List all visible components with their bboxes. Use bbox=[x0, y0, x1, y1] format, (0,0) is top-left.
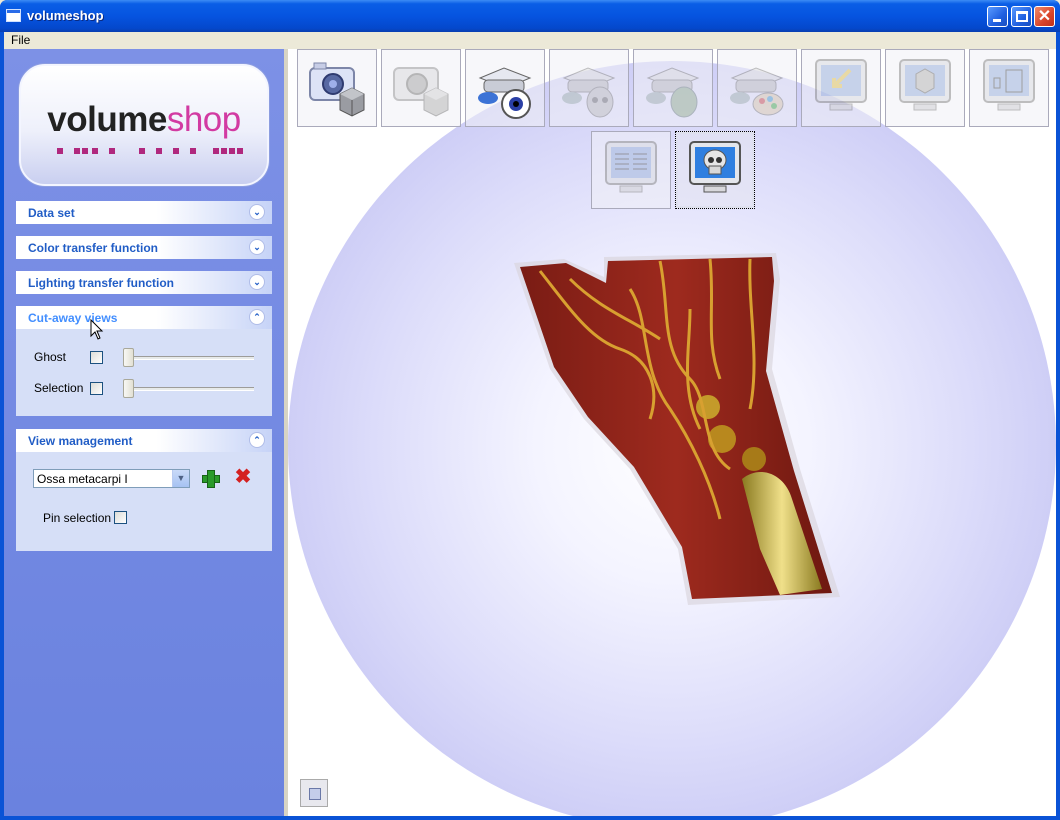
minimize-icon bbox=[993, 19, 1001, 22]
panel-header[interactable]: Color transfer function ⌄ bbox=[16, 236, 272, 259]
ghost-label: Ghost bbox=[34, 350, 67, 364]
ghost-checkbox[interactable] bbox=[90, 351, 103, 364]
panel-lighting-transfer-function[interactable]: Lighting transfer function ⌄ bbox=[16, 271, 272, 294]
menu-file[interactable]: File bbox=[11, 33, 30, 47]
snapshot-volume-disabled-icon bbox=[393, 67, 449, 117]
panel-view-management: View management ⌃ Ossa metacarpi I ▼ ✖ P… bbox=[16, 429, 272, 551]
panel-title: Color transfer function bbox=[28, 241, 159, 255]
panel-title: Data set bbox=[28, 206, 75, 220]
ghost-slider-track[interactable] bbox=[124, 356, 254, 360]
monitor-import-icon bbox=[815, 59, 867, 111]
window-title: volumeshop bbox=[27, 8, 104, 23]
add-view-button[interactable] bbox=[202, 470, 220, 488]
view-select[interactable]: Ossa metacarpi I ▼ bbox=[33, 469, 190, 488]
chevron-down-icon[interactable]: ⌄ bbox=[249, 239, 265, 255]
volume-rendering[interactable] bbox=[510, 249, 840, 609]
scanner-eye-icon bbox=[478, 67, 532, 119]
monitor-skull-button[interactable] bbox=[675, 131, 755, 209]
panel-header[interactable]: Lighting transfer function ⌄ bbox=[16, 271, 272, 294]
minimize-button[interactable] bbox=[987, 6, 1008, 27]
panel-color-transfer-function[interactable]: Color transfer function ⌄ bbox=[16, 236, 272, 259]
panel-cut-away-views: Cut-away views ⌃ Ghost Selection bbox=[16, 306, 272, 416]
scanner-skull-button[interactable] bbox=[549, 49, 629, 127]
scanner-palette-icon bbox=[730, 67, 784, 116]
monitor-cube-icon bbox=[899, 59, 951, 111]
ghost-slider-thumb[interactable] bbox=[123, 348, 134, 367]
monitor-skull-icon bbox=[689, 141, 741, 193]
snapshot-volume-button[interactable] bbox=[297, 49, 377, 127]
delete-view-button[interactable]: ✖ bbox=[233, 467, 253, 487]
close-icon: ✕ bbox=[1037, 8, 1052, 25]
monitor-layout-button[interactable] bbox=[969, 49, 1049, 127]
panel-title: View management bbox=[28, 434, 133, 448]
dropdown-arrow-icon[interactable]: ▼ bbox=[172, 470, 189, 487]
scanner-tissue-button[interactable] bbox=[633, 49, 713, 127]
scanner-eye-button[interactable] bbox=[465, 49, 545, 127]
maximize-button[interactable] bbox=[1011, 6, 1032, 27]
monitor-layout-icon bbox=[983, 59, 1035, 111]
chevron-down-icon[interactable]: ⌄ bbox=[249, 274, 265, 290]
monitor-cube-button[interactable] bbox=[885, 49, 965, 127]
panel-header[interactable]: Data set ⌄ bbox=[16, 201, 272, 224]
snapshot-volume-disabled-button[interactable] bbox=[381, 49, 461, 127]
logo-dots bbox=[57, 148, 257, 154]
title-bar[interactable]: volumeshop ✕ bbox=[0, 0, 1060, 32]
pin-selection-label: Pin selection bbox=[43, 511, 112, 525]
selection-label: Selection bbox=[34, 381, 84, 395]
render-viewport[interactable] bbox=[288, 49, 1056, 816]
close-button[interactable]: ✕ bbox=[1034, 6, 1055, 27]
panel-header[interactable]: View management ⌃ bbox=[16, 429, 272, 452]
monitor-import-button[interactable] bbox=[801, 49, 881, 127]
panel-data-set[interactable]: Data set ⌄ bbox=[16, 201, 272, 224]
snapshot-volume-icon bbox=[309, 62, 365, 117]
menu-bar: File bbox=[4, 32, 1056, 49]
panel-header[interactable]: Cut-away views ⌃ bbox=[16, 306, 272, 329]
app-window: volumeshop ✕ File volumeshop Data set ⌄ bbox=[0, 0, 1060, 820]
monitor-grid-icon bbox=[605, 141, 657, 193]
scanner-palette-button[interactable] bbox=[717, 49, 797, 127]
chevron-up-icon[interactable]: ⌃ bbox=[249, 309, 265, 325]
monitor-grid-button[interactable] bbox=[591, 131, 671, 209]
app-window-icon[interactable] bbox=[6, 9, 21, 22]
view-select-value[interactable]: Ossa metacarpi I bbox=[37, 472, 128, 486]
volumeshop-logo: volumeshop bbox=[19, 64, 269, 186]
mouse-cursor-icon bbox=[90, 319, 104, 340]
logo-word-main: volume bbox=[47, 100, 167, 139]
pin-selection-checkbox[interactable] bbox=[114, 511, 127, 524]
sidebar: volumeshop Data set ⌄ Color transfer fun… bbox=[4, 49, 284, 816]
logo-word-accent: shop bbox=[166, 100, 241, 139]
selection-checkbox[interactable] bbox=[90, 382, 103, 395]
logo-wordmark: volumeshop bbox=[21, 100, 267, 140]
client-area: volumeshop Data set ⌄ Color transfer fun… bbox=[4, 49, 1056, 816]
panel-title: Lighting transfer function bbox=[28, 276, 174, 290]
chevron-down-icon[interactable]: ⌄ bbox=[249, 204, 265, 220]
scanner-tissue-icon bbox=[646, 67, 700, 118]
selection-slider-thumb[interactable] bbox=[123, 379, 134, 398]
maximize-icon bbox=[1016, 11, 1028, 22]
selection-slider-track[interactable] bbox=[124, 387, 254, 391]
chevron-up-icon[interactable]: ⌃ bbox=[249, 432, 265, 448]
scanner-skull-icon bbox=[562, 67, 616, 118]
view-mode-button[interactable] bbox=[300, 779, 328, 807]
